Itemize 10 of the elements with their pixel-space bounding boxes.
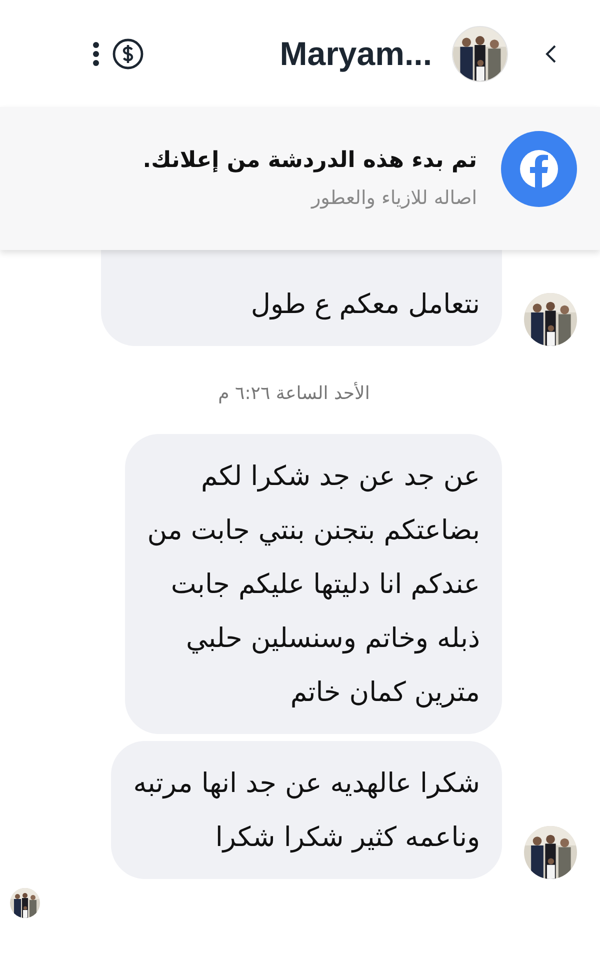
message-bubble: نتعامل معكم ع طول — [101, 250, 502, 346]
more-icon — [92, 40, 100, 66]
timestamp: الأحد الساعة ٦:٢٦ م — [217, 383, 371, 404]
contact-name[interactable]: Maryam... — [280, 34, 432, 72]
message-bubble: عن جد عن جد شكرا لكم بضاعتكم بتجنن بنتي جابت من عندكم انا دليتها عليكم جابت ذبله وخاتم وسنسلين حلبي مترين كمان خاتم — [125, 434, 502, 734]
page-name: اصاله للازياء والعطور — [311, 187, 477, 209]
facebook-icon — [501, 130, 577, 206]
message-bubble: شكرا عالهديه عن جد انها مرتبه وناعمه كثير شكرا شكرا — [111, 741, 502, 879]
banner-title: تم بدء هذه الدردشة من إعلانك. — [142, 148, 477, 173]
dollar-icon — [112, 38, 144, 70]
